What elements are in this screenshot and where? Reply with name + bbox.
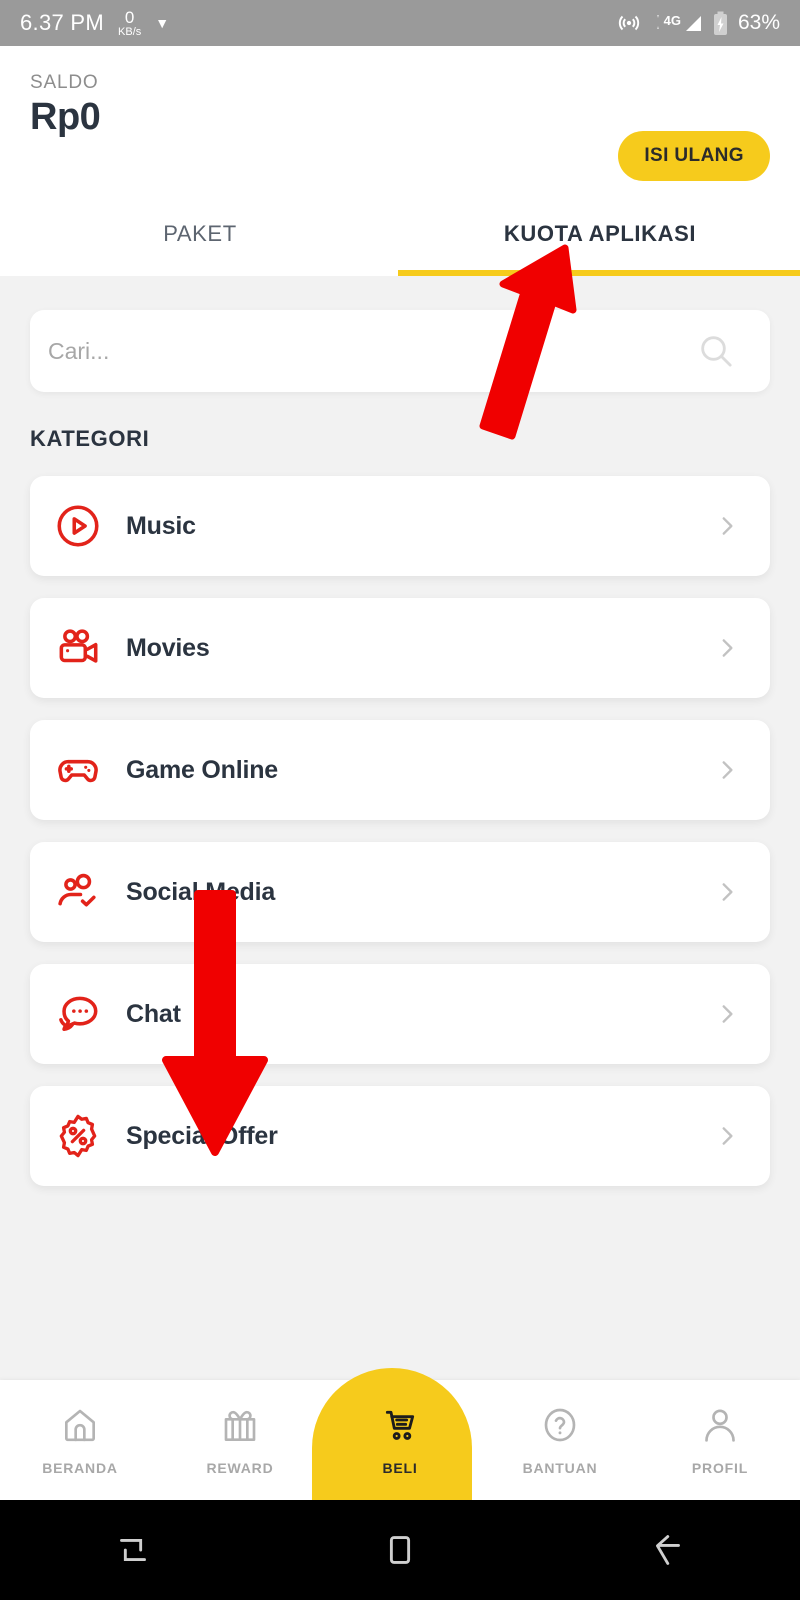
nav-label: BANTUAN bbox=[522, 1459, 598, 1476]
category-label: Social Media bbox=[126, 877, 276, 906]
chevron-right-icon[interactable] bbox=[714, 1001, 740, 1027]
category-row-chat[interactable]: Chat bbox=[30, 964, 770, 1064]
content-area: KATEGORI Music bbox=[0, 276, 800, 1380]
nav-label: BELI bbox=[382, 1459, 418, 1476]
tab-kuota-aplikasi[interactable]: KUOTA APLIKASI bbox=[400, 192, 800, 276]
network-speed-value: 0 bbox=[124, 7, 135, 27]
network-speed-indicator: 0 KB/s bbox=[118, 9, 141, 38]
battery-percent-label: 63% bbox=[737, 11, 780, 34]
topup-button[interactable]: ISI ULANG bbox=[618, 131, 770, 181]
chevron-right-icon[interactable] bbox=[714, 879, 740, 905]
person-icon bbox=[700, 1405, 740, 1450]
category-label: Chat bbox=[126, 999, 181, 1028]
balance-header: SALDO Rp0 ISI ULANG bbox=[0, 46, 800, 192]
category-label: Music bbox=[126, 511, 196, 540]
cart-icon bbox=[380, 1405, 420, 1450]
balance-amount: Rp0 bbox=[30, 96, 101, 138]
nav-item-beranda[interactable]: BERANDA bbox=[0, 1380, 160, 1500]
status-bar: 6.37 PM 0 KB/s ▼ 4G 63% bbox=[0, 0, 800, 46]
category-label: Special Offer bbox=[126, 1121, 278, 1150]
chevron-down-icon: ▼ bbox=[155, 15, 170, 31]
chevron-right-icon[interactable] bbox=[714, 635, 740, 661]
category-label: Movies bbox=[126, 633, 210, 662]
status-bar-time: 6.37 PM bbox=[20, 10, 105, 35]
hotspot-icon bbox=[616, 10, 642, 36]
play-circle-icon bbox=[30, 501, 126, 551]
gamepad-icon bbox=[30, 745, 126, 795]
network-type-label: 4G bbox=[663, 13, 681, 28]
category-row-movies[interactable]: Movies bbox=[30, 598, 770, 698]
category-row-game-online[interactable]: Game Online bbox=[30, 720, 770, 820]
category-row-social-media[interactable]: Social Media bbox=[30, 842, 770, 942]
nav-label: BERANDA bbox=[42, 1459, 118, 1476]
category-label: Game Online bbox=[126, 755, 279, 784]
android-navigation-bar bbox=[0, 1500, 800, 1600]
nav-item-bantuan[interactable]: BANTUAN bbox=[480, 1380, 640, 1500]
nav-item-beli[interactable]: BELI bbox=[320, 1380, 480, 1500]
chat-bubbles-icon bbox=[30, 989, 126, 1039]
bottom-navigation-bar: BERANDA REWARD BELI BANTUAN PROFIL bbox=[0, 1380, 800, 1500]
nav-item-reward[interactable]: REWARD bbox=[160, 1380, 320, 1500]
nav-item-profil[interactable]: PROFIL bbox=[640, 1380, 800, 1500]
category-row-music[interactable]: Music bbox=[30, 476, 770, 576]
tab-bar: PAKET KUOTA APLIKASI bbox=[0, 192, 800, 276]
category-row-special-offer[interactable]: Special Offer bbox=[30, 1086, 770, 1186]
home-icon bbox=[60, 1405, 100, 1450]
battery-charging-icon bbox=[713, 11, 728, 36]
network-speed-unit: KB/s bbox=[118, 25, 142, 38]
status-bar-icons: 4G 63% bbox=[616, 10, 780, 36]
gift-icon bbox=[220, 1405, 260, 1450]
signal-bars-icon: 4G bbox=[652, 12, 703, 34]
recents-icon[interactable] bbox=[0, 1527, 267, 1573]
chevron-right-icon[interactable] bbox=[714, 513, 740, 539]
help-icon bbox=[540, 1405, 580, 1450]
chevron-right-icon[interactable] bbox=[714, 1123, 740, 1149]
search-bar[interactable] bbox=[30, 310, 770, 392]
search-icon[interactable] bbox=[696, 331, 736, 371]
video-camera-icon bbox=[30, 623, 126, 673]
back-arrow-icon[interactable] bbox=[533, 1527, 800, 1573]
section-title-kategori: KATEGORI bbox=[30, 426, 150, 451]
percent-badge-icon bbox=[30, 1111, 126, 1161]
nav-label: PROFIL bbox=[691, 1459, 749, 1476]
users-check-icon bbox=[30, 867, 126, 917]
category-list: Music Movies Game Online Social Media Ch… bbox=[30, 476, 770, 1208]
chevron-right-icon[interactable] bbox=[714, 757, 740, 783]
tab-paket[interactable]: PAKET bbox=[0, 192, 400, 276]
app-screen: 6.37 PM 0 KB/s ▼ 4G 63% SALDO Rp0 ISI UL… bbox=[0, 0, 800, 1600]
nav-label: REWARD bbox=[206, 1459, 274, 1476]
search-input[interactable] bbox=[48, 337, 696, 365]
balance-label: SALDO bbox=[30, 72, 99, 93]
home-square-icon[interactable] bbox=[267, 1527, 534, 1573]
